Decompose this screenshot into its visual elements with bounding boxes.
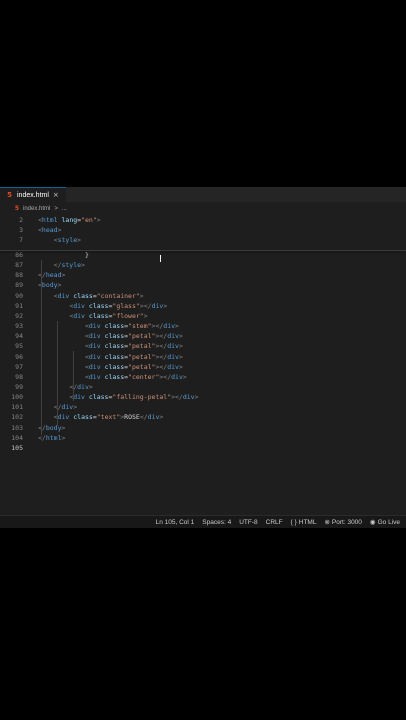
line-source: <div class="petal"></div> — [84, 352, 183, 361]
language-label: HTML — [298, 518, 317, 526]
line-number: 3 — [19, 226, 23, 234]
code-line[interactable]: 90 <div class="container"> — [0, 291, 406, 301]
line-number: 94 — [15, 332, 23, 341]
code-line[interactable]: 103 </body> — [0, 423, 406, 433]
line-source: <div class="center"></div> — [84, 372, 187, 381]
code-line[interactable]: 7 <style> — [0, 235, 406, 245]
code-line[interactable]: 105 — [0, 443, 406, 453]
braces-icon: { } — [290, 518, 297, 526]
line-number: 88 — [15, 271, 23, 280]
tab-index-html[interactable]: 5 index.html × — [0, 187, 66, 202]
line-source: <div class="glass"></div> — [69, 301, 168, 310]
language-mode[interactable]: { } HTML — [291, 519, 317, 526]
go-live-button[interactable]: ◉ Go Live — [369, 518, 400, 527]
line-number: 89 — [15, 281, 23, 290]
code-line[interactable]: 86 } — [0, 250, 406, 260]
text-cursor-icon: I — [159, 254, 162, 265]
tab-bar: 5 index.html × — [0, 187, 406, 202]
html5-icon: 5 — [7, 191, 12, 199]
code-line[interactable]: 93 <div class="stem"></div> — [0, 321, 406, 331]
line-source: <head> — [38, 226, 62, 234]
code-line[interactable]: 104 </html> — [0, 433, 406, 443]
line-source: <style> — [53, 236, 82, 244]
code-line[interactable]: 95 <div class="petal"></div> — [0, 341, 406, 351]
line-number: 2 — [19, 216, 23, 224]
code-line[interactable]: 101 </div> — [0, 402, 406, 412]
indentation-setting[interactable]: Spaces: 4 — [202, 519, 231, 526]
line-number: 99 — [15, 382, 23, 391]
breadcrumb-more[interactable]: ... — [62, 206, 67, 212]
code-line[interactable]: 88 </head> — [0, 270, 406, 280]
code-line[interactable]: 89 <body> — [0, 280, 406, 290]
line-number: 91 — [15, 301, 23, 310]
code-area[interactable]: 2 <html lang="en"> 3 <head> 7 <style> 86 } 87 … — [0, 215, 406, 515]
line-source: </body> — [38, 423, 66, 432]
code-line[interactable]: 87 </style> — [0, 260, 406, 270]
line-source: </style> — [53, 261, 85, 270]
line-source: </div> — [69, 382, 93, 391]
code-line[interactable]: 92 <div class="flower"> — [0, 311, 406, 321]
code-line[interactable]: 100 <div class="falling-petal"></div> — [0, 392, 406, 402]
line-number: 7 — [19, 236, 23, 244]
code-line[interactable]: 94 <div class="petal"></div> — [0, 331, 406, 341]
line-number: 92 — [15, 311, 23, 320]
code-line[interactable]: 98 <div class="center"></div> — [0, 372, 406, 382]
indent-guide — [73, 351, 74, 401]
line-number: 104 — [11, 433, 23, 442]
close-icon[interactable]: × — [53, 191, 59, 199]
code-line[interactable]: 2 <html lang="en"> — [0, 215, 406, 225]
code-line[interactable]: 99 </div> — [0, 382, 406, 392]
line-number: 86 — [15, 251, 23, 259]
indent-guide — [57, 321, 58, 426]
status-bar: Ln 105, Col 1 Spaces: 4 UTF-8 CRLF { } H… — [0, 515, 406, 528]
line-number: 105 — [11, 443, 23, 452]
code-line[interactable]: 102 <div class="text">ROSE</div> — [0, 412, 406, 422]
line-source: <div class="container"> — [53, 291, 144, 300]
line-source: <html lang="en"> — [38, 216, 101, 224]
line-source: <div class="petal"></div> — [84, 362, 183, 371]
line-number: 95 — [15, 342, 23, 351]
eol-setting[interactable]: CRLF — [266, 519, 283, 526]
line-number: 90 — [15, 291, 23, 300]
code-line[interactable]: 3 <head> — [0, 225, 406, 235]
line-number: 97 — [15, 362, 23, 371]
breadcrumb-file[interactable]: index.html — [23, 206, 50, 212]
line-number: 87 — [15, 261, 23, 270]
radio-tower-icon: ◉ — [369, 519, 376, 526]
broadcast-icon: ⊗ — [324, 519, 330, 526]
breadcrumb: 5 index.html > ... — [0, 203, 406, 215]
port-label: Port: 3000 — [331, 518, 362, 526]
line-number: 96 — [15, 352, 23, 361]
line-number: 102 — [11, 413, 23, 422]
line-source: <div class="petal"></div> — [84, 332, 183, 341]
tab-label: index.html — [17, 191, 49, 199]
go-live-label: Go Live — [377, 518, 400, 526]
port-indicator[interactable]: ⊗ Port: 3000 — [324, 518, 362, 527]
line-number: 103 — [11, 423, 23, 432]
line-source: </html> — [38, 433, 66, 442]
code-line[interactable]: 91 <div class="glass"></div> — [0, 301, 406, 311]
html5-icon: 5 — [14, 205, 20, 212]
indent-guide — [41, 260, 42, 435]
code-line[interactable]: 96 <div class="petal"></div> — [0, 352, 406, 362]
cursor-position[interactable]: Ln 105, Col 1 — [156, 519, 195, 526]
line-number: 98 — [15, 372, 23, 381]
line-source: <div class="flower"> — [69, 311, 148, 320]
code-line[interactable]: 97 <div class="petal"></div> — [0, 362, 406, 372]
line-source: </head> — [38, 271, 66, 280]
code-editor: 5 index.html × 5 index.html > ... 2 <html… — [0, 187, 406, 528]
breadcrumb-separator: > — [54, 206, 58, 212]
line-source: <div class="falling-petal"></div> — [69, 393, 199, 402]
encoding-setting[interactable]: UTF-8 — [239, 519, 257, 526]
sticky-scroll-divider — [0, 250, 406, 251]
line-source: <div class="stem"></div> — [84, 322, 179, 331]
line-source: } — [38, 251, 89, 259]
line-number: 93 — [15, 322, 23, 331]
line-source: <div class="petal"></div> — [84, 342, 183, 351]
line-number: 101 — [11, 403, 23, 412]
line-number: 100 — [11, 393, 23, 402]
